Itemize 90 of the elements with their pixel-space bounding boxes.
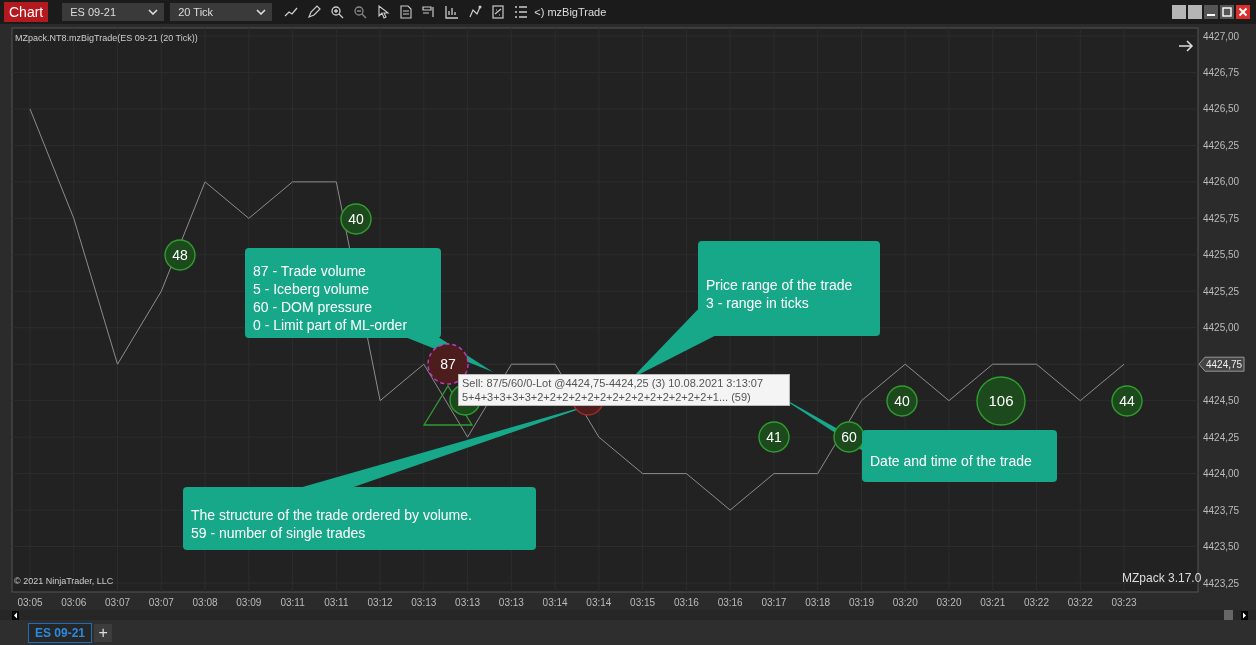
time-axis-label: 03:07 [148,597,174,608]
trade-bubble: 106 [976,376,1026,426]
version-label: MZpack 3.17.0 [1122,571,1202,585]
callout-text: 0 - Limit part of ML-order [253,316,409,334]
chevron-icon [256,9,267,15]
time-axis-label: 03:06 [61,597,87,608]
price-axis-label: 4425,00 [1203,322,1240,334]
trade-bubble: 48 [164,239,196,271]
copyright-text: © 2021 NinjaTrader, LLC [14,576,114,586]
price-axis-label: 4423,75 [1203,504,1240,516]
line-chart-icon[interactable] [284,5,299,19]
time-axis-label: 03:16 [717,597,743,608]
time-axis-label: 03:18 [805,597,831,608]
tooltip-line: 5+4+3+3+3+3+2+2+2+2+2+2+2+2+2+2+2+2+2+2+1... (59) [462,390,752,404]
time-axis-label: 03:11 [324,597,349,608]
price-axis-label: 4425,25 [1203,285,1240,297]
current-price-marker: 4424,75 [1198,356,1245,372]
time-axis-label: 03:14 [586,597,612,608]
time-axis-label: 03:13 [498,597,524,608]
callout-text: 60 - DOM pressure [253,298,374,316]
chart-tab[interactable]: ES 09-21 [28,622,93,643]
trade-bubble: 40 [340,203,372,235]
maximize-icon[interactable] [1220,5,1234,19]
callout-text: 59 - number of single trades [191,523,367,542]
callout-text: 5 - Iceberg volume [253,280,370,298]
chevron-icon [148,9,159,15]
trade-bubble: 41 [758,421,790,453]
price-axis-label: 4426,50 [1203,103,1240,115]
trade-bubble: 44 [1111,385,1143,417]
time-axis-label: 03:22 [1067,597,1093,608]
callout-text: Date and time of the trade [870,452,1033,470]
pointer-icon[interactable] [376,5,391,19]
price-axis-label: 4426,00 [1203,176,1240,188]
tooltip-line: Sell: 87/5/60/0-Lot @4424,75-4424,25 (3) 10.08.2021 3:13:07 [462,376,765,390]
y-tick-label: 4424,75 [1206,358,1243,370]
panel-icon[interactable] [422,5,437,19]
time-axis-label: 03:05 [17,597,43,608]
price-axis-label: 4426,25 [1203,139,1240,151]
nodes-icon[interactable] [468,5,483,19]
price-axis-label: 4424,00 [1203,468,1240,480]
chart-title: Chart [4,2,49,22]
time-axis-label: 03:20 [936,597,962,608]
add-tab-button[interactable]: + [94,623,113,642]
interval-dropdown[interactable]: 20 Tick [170,3,273,21]
data-box-icon[interactable] [491,5,506,19]
time-axis-label: 03:17 [761,597,787,608]
price-axis-label: 4424,50 [1203,395,1240,407]
callout-text: 87 - Trade volume [253,262,367,280]
time-axis-label: 03:07 [105,597,131,608]
pencil-icon[interactable] [307,5,322,19]
list-icon[interactable] [514,5,529,19]
time-axis-label: 03:13 [411,597,437,608]
document-icon[interactable] [399,5,414,19]
zoom-out-icon[interactable] [353,5,368,19]
scroll-left-icon[interactable] [12,610,19,620]
callout-text: Price range of the trade [706,275,854,294]
time-axis-label: 03:15 [630,597,656,608]
instrument-dropdown[interactable]: ES 09-21 [62,3,165,21]
price-axis-label: 4424,25 [1203,431,1240,443]
time-axis-label: 03:23 [1111,597,1137,608]
close-icon[interactable] [1236,5,1250,19]
callout-text: 3 - range in ticks [706,293,810,312]
price-axis-label: 4426,75 [1203,66,1240,78]
time-axis-label: 03:13 [455,597,481,608]
price-axis-label: 4423,25 [1203,577,1240,589]
time-axis-label: 03:19 [848,597,874,608]
time-axis-label: 03:16 [673,597,699,608]
callout-text: The structure of the trade ordered by volume. [191,505,473,524]
price-axis-label: 4427,00 [1203,30,1240,42]
time-axis-label: 03:11 [280,597,305,608]
minimize-icon[interactable] [1204,5,1218,19]
indicator-button[interactable]: <) mzBigTrade [534,6,607,18]
price-axis-label: 4425,50 [1203,249,1240,261]
time-axis-label: 03:21 [980,597,1006,608]
bar-chart-icon[interactable] [445,5,460,19]
price-axis-label: 4423,50 [1203,541,1240,553]
indicator-label: MZpack.NT8.mzBigTrade(ES 09-21 (20 Tick)) [15,33,198,43]
time-axis-label: 03:08 [192,597,218,608]
time-axis-label: 03:22 [1023,597,1049,608]
time-axis-label: 03:12 [367,597,393,608]
trade-bubble: 40 [886,385,918,417]
zoom-in-icon[interactable] [330,5,345,19]
time-axis-label: 03:14 [542,597,568,608]
scrollbar-thumb[interactable] [1224,610,1233,620]
arrow-right-icon[interactable] [1178,40,1194,52]
time-axis-label: 03:20 [892,597,918,608]
scroll-right-icon[interactable] [1241,610,1248,620]
price-axis-label: 4425,75 [1203,212,1240,224]
time-axis-label: 03:09 [236,597,262,608]
trade-bubble: 60 [833,421,865,453]
